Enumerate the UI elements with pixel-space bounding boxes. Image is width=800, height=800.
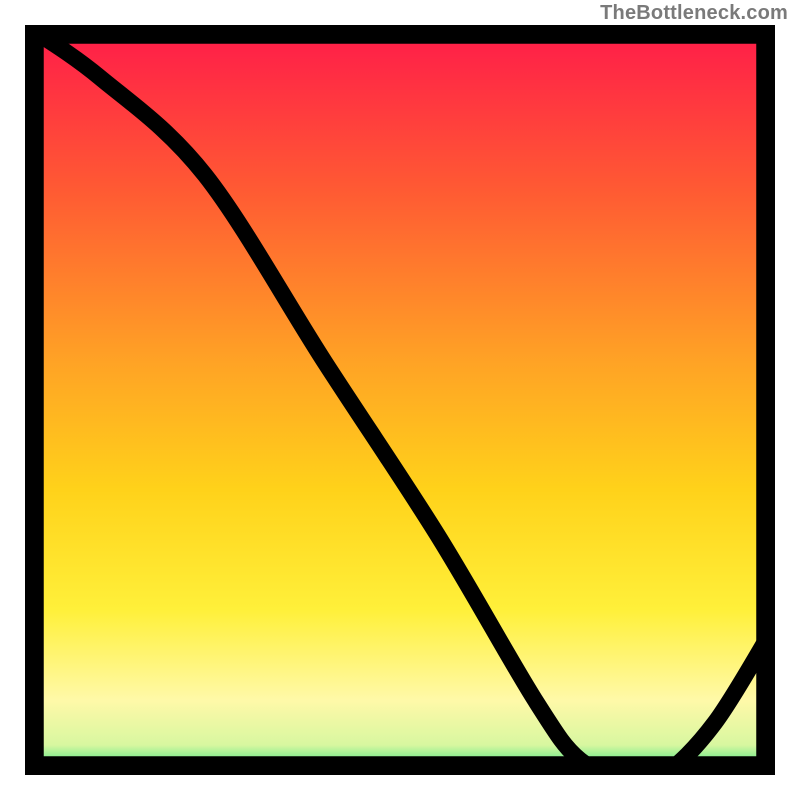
- chart-svg: [25, 25, 775, 775]
- gradient-background: [25, 25, 775, 775]
- watermark-text: TheBottleneck.com: [600, 2, 788, 25]
- bottleneck-chart: [25, 25, 775, 775]
